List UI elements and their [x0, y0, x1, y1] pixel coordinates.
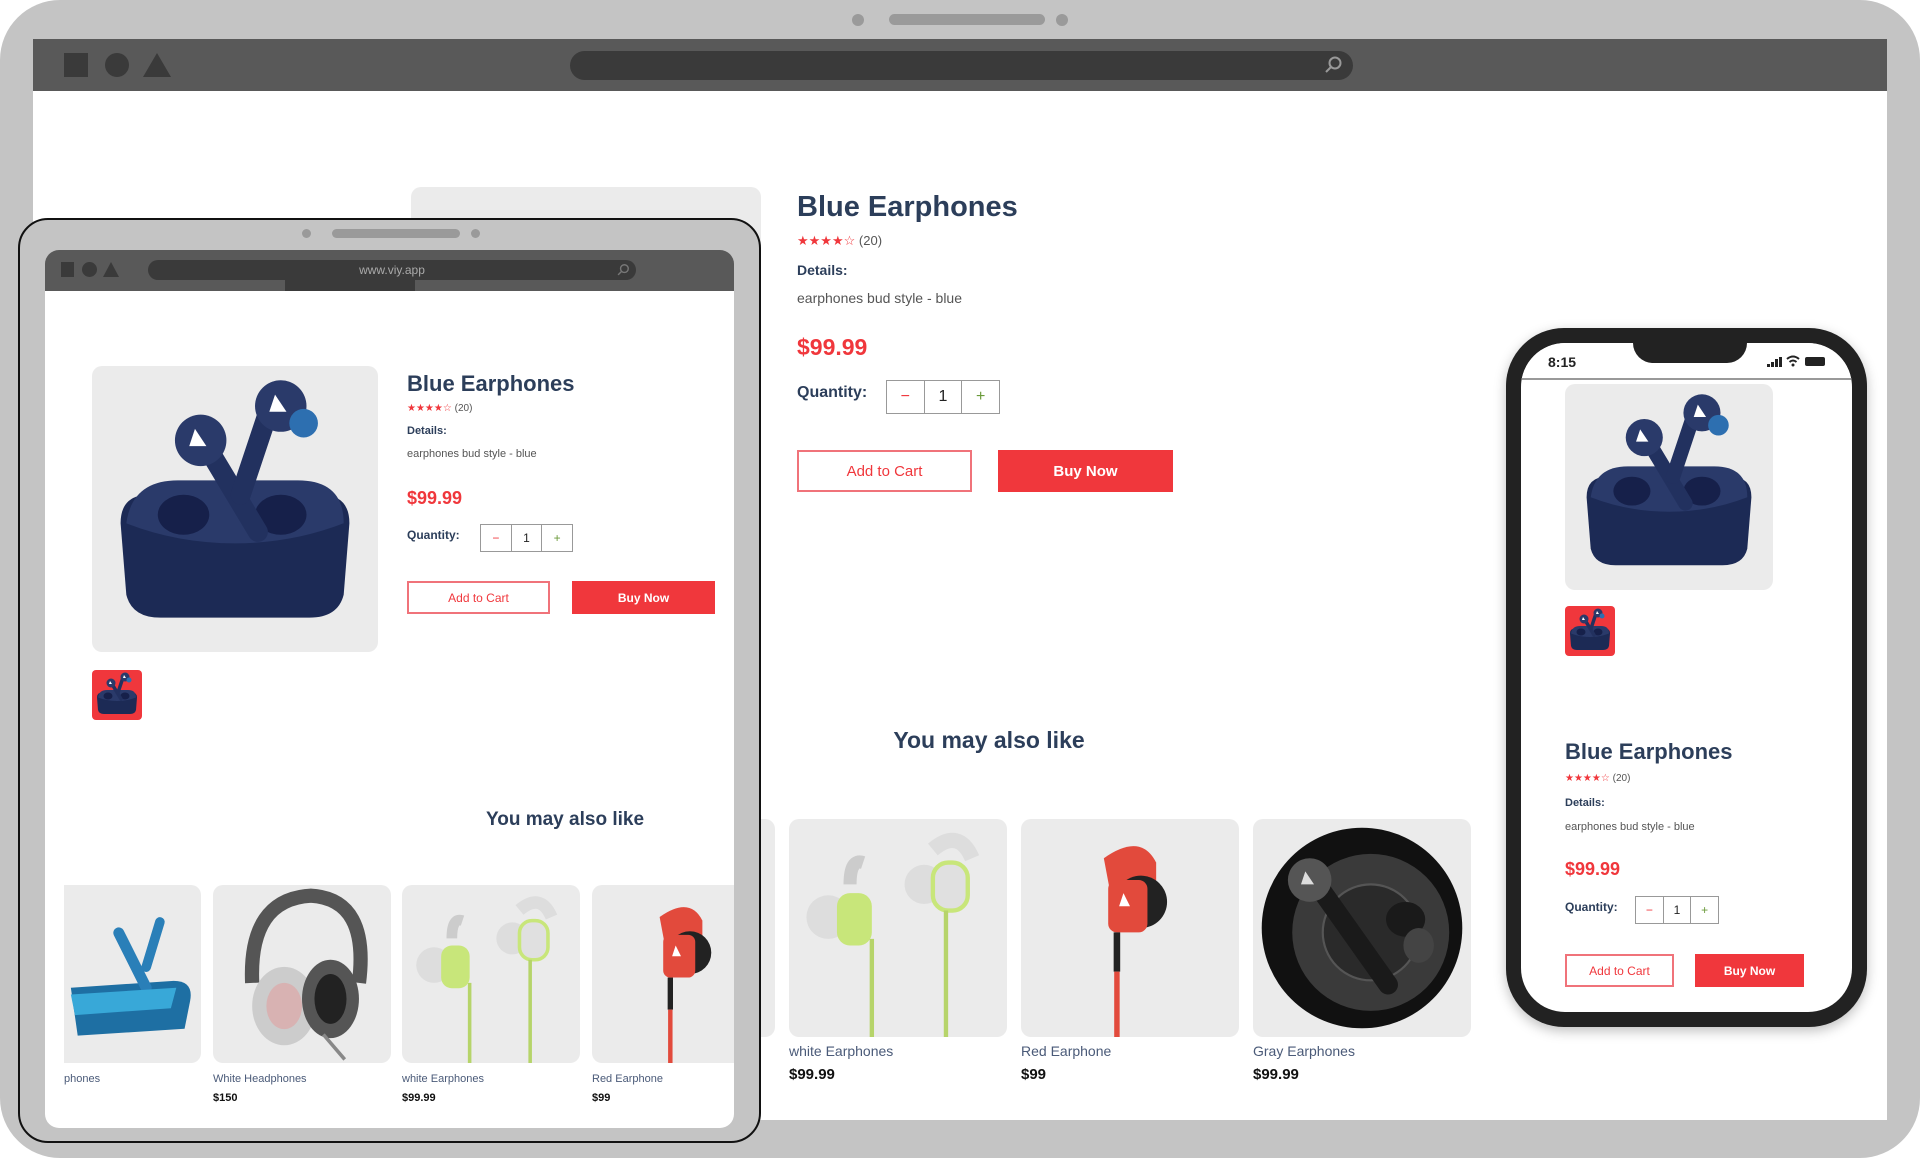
product-card-price: $99.99 — [789, 1066, 835, 1083]
product-card-image[interactable] — [64, 885, 201, 1063]
details-label: Details: — [407, 425, 447, 437]
product-description: earphones bud style - blue — [1565, 821, 1695, 833]
rating-stars: ★★★★☆ (20) — [407, 403, 472, 414]
buy-now-button[interactable]: Buy Now — [572, 581, 715, 614]
rating-stars: ★★★★☆ (20) — [797, 233, 882, 249]
sensor-dot — [1056, 14, 1068, 26]
add-to-cart-button[interactable]: Add to Cart — [1565, 954, 1674, 987]
browser-toolbar: www.viy.app — [45, 250, 734, 294]
product-card-name[interactable]: Red Earphone — [592, 1073, 663, 1085]
product-thumbnail[interactable] — [1565, 606, 1615, 656]
star-icon: ★★★★☆ — [797, 233, 856, 248]
signal-icon — [1767, 357, 1783, 367]
camera-dot — [302, 229, 311, 238]
product-card-price: $99 — [1021, 1066, 1047, 1083]
product-price: $99.99 — [1565, 859, 1621, 879]
review-count: (20) — [858, 233, 883, 248]
address-bar[interactable] — [570, 51, 1353, 80]
increment-button[interactable]: + — [542, 525, 572, 551]
product-card-name[interactable]: white Earphones — [402, 1073, 484, 1085]
sensor-dot — [471, 229, 480, 238]
tablet-screen: Blue Earphones ★★★★☆ (20) Details: earph… — [45, 291, 734, 1128]
product-card-price: $99.99 — [402, 1092, 436, 1104]
square-icon — [64, 53, 88, 77]
browser-toolbar — [33, 39, 1887, 91]
increment-button[interactable]: + — [962, 381, 999, 413]
details-label: Details: — [797, 262, 848, 278]
quantity-stepper[interactable]: − 1 + — [480, 524, 573, 552]
product-thumbnail[interactable] — [92, 670, 142, 720]
triangle-icon — [103, 262, 119, 277]
phone-frame: 8:15 Blue Earphones ★★★★☆ (20) Details: … — [1506, 328, 1867, 1027]
search-icon[interactable] — [616, 263, 630, 277]
details-label: Details: — [1565, 797, 1605, 809]
product-image — [92, 366, 378, 652]
decrement-button[interactable]: − — [887, 381, 925, 413]
product-card-image[interactable] — [213, 885, 391, 1063]
star-icon: ★★★★☆ — [1565, 773, 1610, 784]
product-card-price: $150 — [213, 1092, 238, 1104]
product-title: Blue Earphones — [797, 191, 1018, 223]
decrement-button[interactable]: − — [1636, 897, 1664, 923]
speaker-slot — [889, 14, 1045, 25]
product-card-image[interactable] — [1253, 819, 1471, 1037]
related-heading: You may also like — [485, 809, 645, 830]
product-price: $99.99 — [407, 488, 463, 508]
review-count: (20) — [1612, 773, 1631, 784]
add-to-cart-button[interactable]: Add to Cart — [407, 581, 550, 614]
quantity-label: Quantity: — [797, 384, 868, 401]
notch — [1633, 343, 1747, 363]
quantity-label: Quantity: — [407, 528, 460, 542]
increment-button[interactable]: + — [1691, 897, 1718, 923]
product-card-name[interactable]: Gray Earphones — [1253, 1043, 1355, 1059]
square-icon — [61, 262, 74, 277]
url-text[interactable]: www.viy.app — [359, 263, 425, 277]
add-to-cart-button[interactable]: Add to Cart — [797, 450, 972, 492]
product-card-name[interactable]: white Earphones — [789, 1043, 893, 1059]
status-time: 8:15 — [1548, 354, 1577, 370]
product-title: Blue Earphones — [1565, 739, 1733, 764]
decrement-button[interactable]: − — [481, 525, 512, 551]
product-card-image[interactable] — [1021, 819, 1239, 1037]
quantity-stepper[interactable]: − 1 + — [1635, 896, 1719, 924]
product-image — [1565, 384, 1773, 590]
circle-icon — [82, 262, 97, 277]
product-title: Blue Earphones — [407, 371, 575, 396]
phone-screen: 8:15 Blue Earphones ★★★★☆ (20) Details: … — [1521, 343, 1852, 1012]
quantity-value[interactable]: 1 — [1664, 897, 1692, 923]
circle-icon — [105, 53, 129, 77]
camera-dot — [852, 14, 864, 26]
product-card-image[interactable] — [592, 885, 734, 1063]
status-bar: 8:15 — [1521, 343, 1852, 380]
search-icon[interactable] — [1323, 55, 1343, 75]
product-card-name[interactable]: phones — [64, 1073, 100, 1085]
product-card-image[interactable] — [789, 819, 1007, 1037]
address-bar[interactable]: www.viy.app — [148, 260, 636, 280]
product-card-price: $99.99 — [1253, 1066, 1299, 1083]
star-icon: ★★★★☆ — [407, 403, 452, 414]
product-description: earphones bud style - blue — [797, 290, 962, 306]
battery-icon — [1805, 357, 1825, 366]
buy-now-button[interactable]: Buy Now — [998, 450, 1173, 492]
related-heading: You may also like — [893, 727, 1085, 753]
speaker-slot — [332, 229, 460, 238]
tablet-frame: www.viy.app Blue Earphones ★★★★☆ (20) De… — [18, 218, 761, 1143]
triangle-icon — [143, 53, 171, 77]
quantity-label: Quantity: — [1565, 900, 1618, 914]
wifi-icon — [1786, 355, 1800, 367]
product-price: $99.99 — [797, 334, 868, 360]
quantity-stepper[interactable]: − 1 + — [886, 380, 1000, 414]
product-card-name[interactable]: Red Earphone — [1021, 1043, 1111, 1059]
product-description: earphones bud style - blue — [407, 448, 537, 460]
review-count: (20) — [454, 403, 473, 414]
buy-now-button[interactable]: Buy Now — [1695, 954, 1804, 987]
product-card-price: $99 — [592, 1092, 611, 1104]
quantity-value[interactable]: 1 — [925, 381, 963, 413]
quantity-value[interactable]: 1 — [512, 525, 543, 551]
rating-stars: ★★★★☆ (20) — [1565, 773, 1630, 784]
product-card-image[interactable] — [402, 885, 580, 1063]
product-card-name[interactable]: White Headphones — [213, 1073, 307, 1085]
